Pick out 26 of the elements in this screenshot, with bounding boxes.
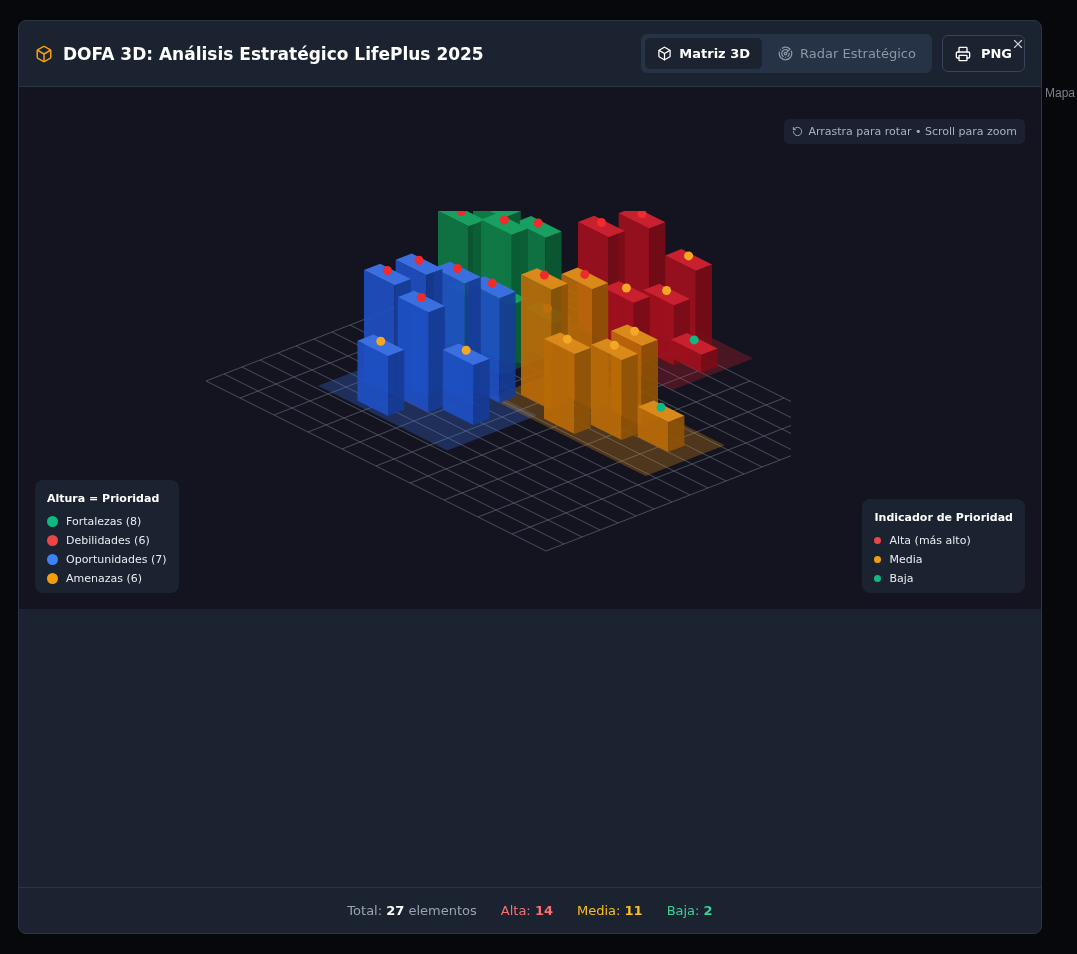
side-tab[interactable]: Mapa [1044,86,1075,100]
legend-label: Media [889,553,923,566]
legend-label: Debilidades (6) [66,534,150,547]
rotate-icon [792,126,804,137]
legend-title: Indicador de Prioridad [874,511,1013,524]
legend-label: Fortalezas (8) [66,515,142,528]
cube-icon [35,44,53,63]
cube-icon [657,46,673,61]
legend-title: Altura = Prioridad [47,492,161,505]
chart-canvas[interactable]: Arrastra para rotar • Scroll para zoom Altura = Prioridad Fortalezas (8) Debilidades (6) Oportunidades (7) Amenazas (6) Indicador de Prioridad Alta (más alto) Media Baja [19,87,1041,609]
legend-label: Alta (más alto) [889,534,971,547]
legend-label: Baja [889,572,914,585]
modal-title: DOFA 3D: Análisis Estratégico LifePlus 2025 [63,43,485,64]
printer-icon [954,45,971,62]
legend-label: Oportunidades (7) [66,553,167,566]
legend-label: Amenazas (6) [66,572,143,585]
summary-stat: Media: 11 [576,903,643,918]
summary-stat: Baja: 2 [666,903,713,918]
radar-icon [778,46,794,61]
close-button[interactable] [1011,37,1025,51]
png-button[interactable]: PNG [941,35,1025,72]
view-tab[interactable]: Radar Estratégico [766,38,928,69]
hint-text: Arrastra para rotar • Scroll para zoom [808,125,1017,138]
summary-stat: Alta: 14 [500,903,553,918]
summary-stat: Total: 27 elementos [347,903,477,918]
view-tab[interactable]: Matriz 3D [645,38,763,69]
